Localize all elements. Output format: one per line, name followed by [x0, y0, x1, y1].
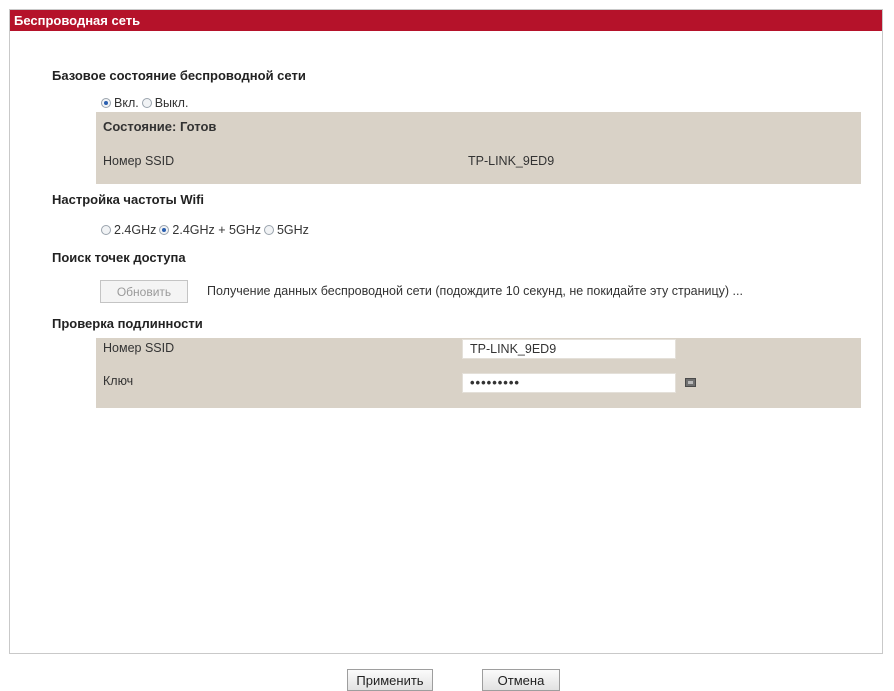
cancel-button[interactable]: Отмена	[482, 669, 560, 691]
auth-ssid-input[interactable]: TP-LINK_9ED9	[462, 339, 676, 359]
freq-dual-radio[interactable]	[159, 225, 170, 235]
ssid-label: Номер SSID	[103, 154, 175, 168]
freq-radio-group: 2.4GHz 2.4GHz + 5GHz 5GHz	[101, 223, 312, 237]
status-text: Состояние: Готов	[103, 119, 217, 134]
auth-ssid-label: Номер SSID	[103, 341, 175, 355]
wireless-panel: Беспроводная сеть Базовое состояние бесп…	[9, 9, 883, 654]
wireless-toggle-group: Вкл. Выкл.	[101, 96, 191, 110]
wireless-on-label: Вкл.	[114, 96, 139, 110]
freq-24-label: 2.4GHz	[114, 223, 157, 237]
scan-info-text: Получение данных беспроводной сети (подо…	[207, 284, 743, 298]
freq-24-radio[interactable]	[101, 225, 111, 235]
wireless-off-radio[interactable]	[141, 98, 152, 108]
auth-heading: Проверка подлинности	[52, 316, 203, 331]
ssid-value: TP-LINK_9ED9	[468, 154, 555, 168]
key-input[interactable]: •••••••••	[462, 373, 676, 393]
refresh-button[interactable]: Обновить	[100, 280, 188, 303]
freq-5-label: 5GHz	[276, 223, 309, 237]
basic-state-heading: Базовое состояние беспроводной сети	[52, 68, 306, 83]
status-box: Состояние: Готов Номер SSID TP-LINK_9ED9	[96, 112, 861, 184]
scan-heading: Поиск точек доступа	[52, 250, 186, 265]
auth-box: Номер SSID TP-LINK_9ED9 Ключ •••••••••	[96, 338, 861, 408]
wireless-off-label: Выкл.	[154, 96, 189, 110]
freq-5-radio[interactable]	[263, 225, 274, 235]
panel-title: Беспроводная сеть	[10, 10, 882, 31]
freq-heading: Настройка частоты Wifi	[52, 192, 205, 207]
wireless-on-radio[interactable]	[101, 98, 111, 108]
apply-button[interactable]: Применить	[347, 669, 433, 691]
freq-dual-label: 2.4GHz + 5GHz	[172, 223, 261, 237]
eye-icon[interactable]	[685, 378, 696, 387]
key-label: Ключ	[103, 374, 134, 388]
